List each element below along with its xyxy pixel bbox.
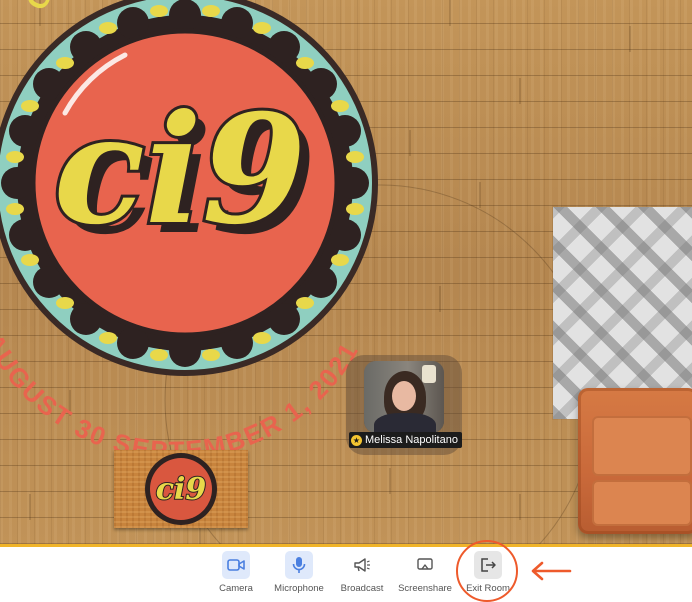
camera-button[interactable]: Camera [204, 551, 268, 597]
virtual-room-canvas[interactable]: CONGRESS INSTITUTE AUGUST 30 SEPTEMBER 1… [0, 0, 692, 544]
pointer-arrow-icon [531, 561, 572, 581]
screenshare-button[interactable]: Screenshare [393, 551, 457, 597]
logo-main-text: ci9 [54, 82, 307, 258]
participant-video[interactable] [364, 361, 444, 433]
bottom-toolbar: Camera Microphone Broadcast Screenshare … [0, 547, 692, 600]
microphone-label: Microphone [274, 583, 324, 594]
video-camera-icon [222, 551, 250, 579]
megaphone-icon [348, 551, 376, 579]
participant-body [374, 413, 436, 433]
video-lamp [422, 365, 436, 383]
armchair-seat-cushion [592, 480, 692, 526]
doormat-logo-text: ci9 [156, 472, 207, 507]
microphone-icon [285, 551, 313, 579]
host-star-icon: ★ [351, 434, 362, 446]
participant-face [392, 381, 416, 411]
exit-highlight-circle [456, 540, 518, 602]
armchair-back-cushion [592, 416, 692, 476]
broadcast-button[interactable]: Broadcast [330, 551, 394, 597]
broadcast-label: Broadcast [340, 583, 384, 594]
participant-name-tag: ★ Melissa Napolitano [349, 432, 462, 448]
screenshare-label: Screenshare [398, 583, 452, 594]
screen-share-icon [411, 551, 439, 579]
microphone-button[interactable]: Microphone [267, 551, 331, 597]
camera-label: Camera [219, 583, 253, 594]
doormat-logo: ci9 [145, 453, 217, 525]
participant-name: Melissa Napolitano [365, 434, 458, 446]
